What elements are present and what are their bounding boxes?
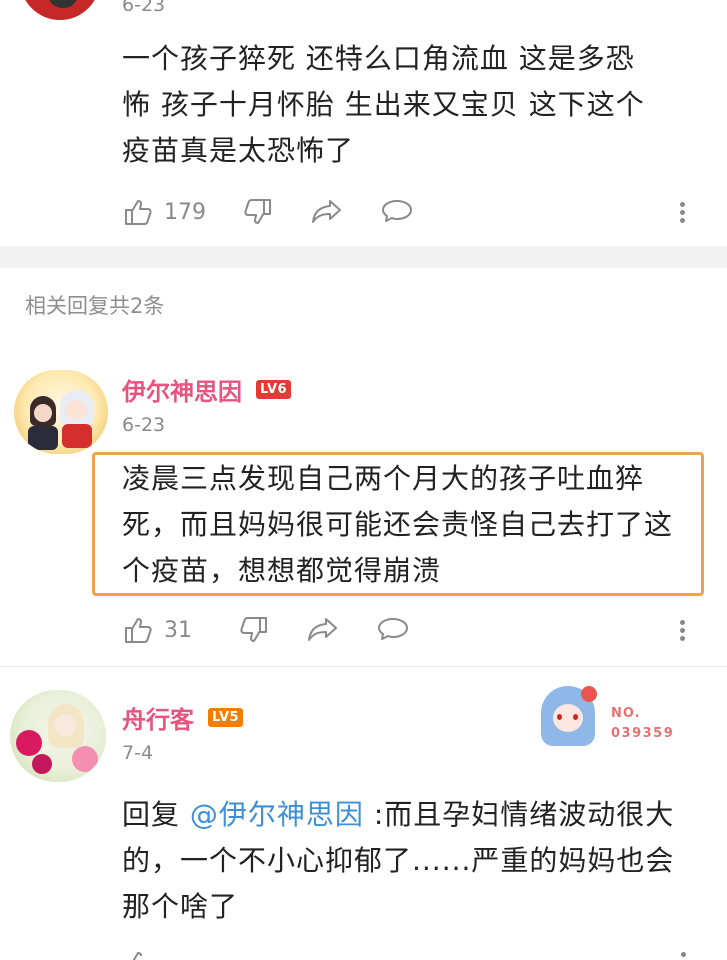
reply-button[interactable] [376, 615, 410, 645]
section-divider [0, 246, 727, 268]
more-options-icon[interactable] [680, 617, 686, 644]
reply1-text: 凌晨三点发现自己两个月大的孩子吐血猝 死，而且妈妈很可能还会责怪自己去打了这 个… [122, 456, 712, 594]
more-options-icon[interactable] [681, 952, 686, 957]
like-count: 31 [164, 617, 192, 643]
level-badge: LV6 [256, 380, 292, 399]
like-button[interactable]: 179 [122, 196, 206, 228]
replies-header: 相关回复共2条 [25, 294, 165, 318]
username[interactable]: 舟行客 [122, 700, 194, 735]
row-divider [0, 666, 727, 667]
text-line: 个疫苗，想想都觉得崩溃 [122, 554, 442, 587]
text-line: 一个孩子猝死 还特么口角流血 这是多恐 [122, 42, 635, 75]
reply2-header: 舟行客 LV5 [122, 700, 244, 735]
level-badge: LV5 [208, 708, 244, 727]
comment-icon [382, 200, 412, 222]
share-button[interactable] [310, 197, 344, 227]
username[interactable]: 伊尔神思因 [122, 372, 242, 407]
text-line: 怖 孩子十月怀胎 生出来又宝贝 这下这个 [122, 88, 645, 121]
text-line: 那个啥了 [122, 890, 239, 923]
reply-prefix: 回复 [122, 798, 190, 831]
dislike-button[interactable] [242, 196, 274, 228]
thumbs-down-icon [240, 617, 267, 642]
thumbs-up-icon [125, 200, 152, 225]
text-line: 死，而且妈妈很可能还会责怪自己去打了这 [122, 508, 674, 541]
reply1-actions: 31 [122, 610, 722, 650]
reply2-actions-partial [122, 948, 722, 960]
text-line: 的，一个不小心抑郁了......严重的妈妈也会 [122, 844, 675, 877]
text-line: 凌晨三点发现自己两个月大的孩子吐血猝 [122, 462, 645, 495]
text-line: 疫苗真是太恐怖了 [122, 134, 355, 167]
like-count: 179 [164, 199, 206, 225]
share-icon [312, 200, 341, 223]
reply2-date: 7-4 [122, 742, 154, 764]
reply2-text: 回复 @伊尔神思因 :而且孕妇情绪波动很大 的，一个不小心抑郁了......严重… [122, 792, 722, 930]
top-comment-text: 一个孩子猝死 还特么口角流血 这是多恐 怖 孩子十月怀胎 生出来又宝贝 这下这个… [122, 36, 722, 174]
dislike-button[interactable] [238, 614, 270, 646]
top-comment-date: 6-23 [122, 0, 166, 16]
fan-badge[interactable]: NO. 039359 [535, 680, 685, 750]
reply2-avatar[interactable] [10, 690, 106, 782]
top-comment-actions: 179 [122, 192, 722, 232]
comment-icon [378, 618, 408, 640]
thumbs-down-icon [244, 199, 271, 224]
thumbs-up-icon[interactable] [122, 951, 154, 960]
like-button[interactable]: 31 [122, 614, 192, 646]
top-comment-avatar[interactable] [20, 0, 100, 20]
fan-badge-number: 039359 [611, 726, 675, 741]
text-line: 回复 @伊尔神思因 :而且孕妇情绪波动很大 [122, 792, 722, 838]
mention-link[interactable]: @伊尔神思因 [190, 798, 364, 831]
more-options-icon[interactable] [680, 199, 686, 226]
fan-badge-label: NO. [611, 706, 641, 721]
reply1-avatar[interactable] [14, 370, 108, 454]
share-icon [308, 618, 337, 641]
thumbs-up-icon [125, 618, 152, 643]
share-button[interactable] [306, 615, 340, 645]
text-line-rest: :而且孕妇情绪波动很大 [363, 798, 675, 831]
fan-badge-character-icon [541, 686, 597, 746]
reply1-header: 伊尔神思因 LV6 [122, 372, 292, 407]
reply-button[interactable] [380, 197, 414, 227]
reply1-date: 6-23 [122, 414, 166, 436]
